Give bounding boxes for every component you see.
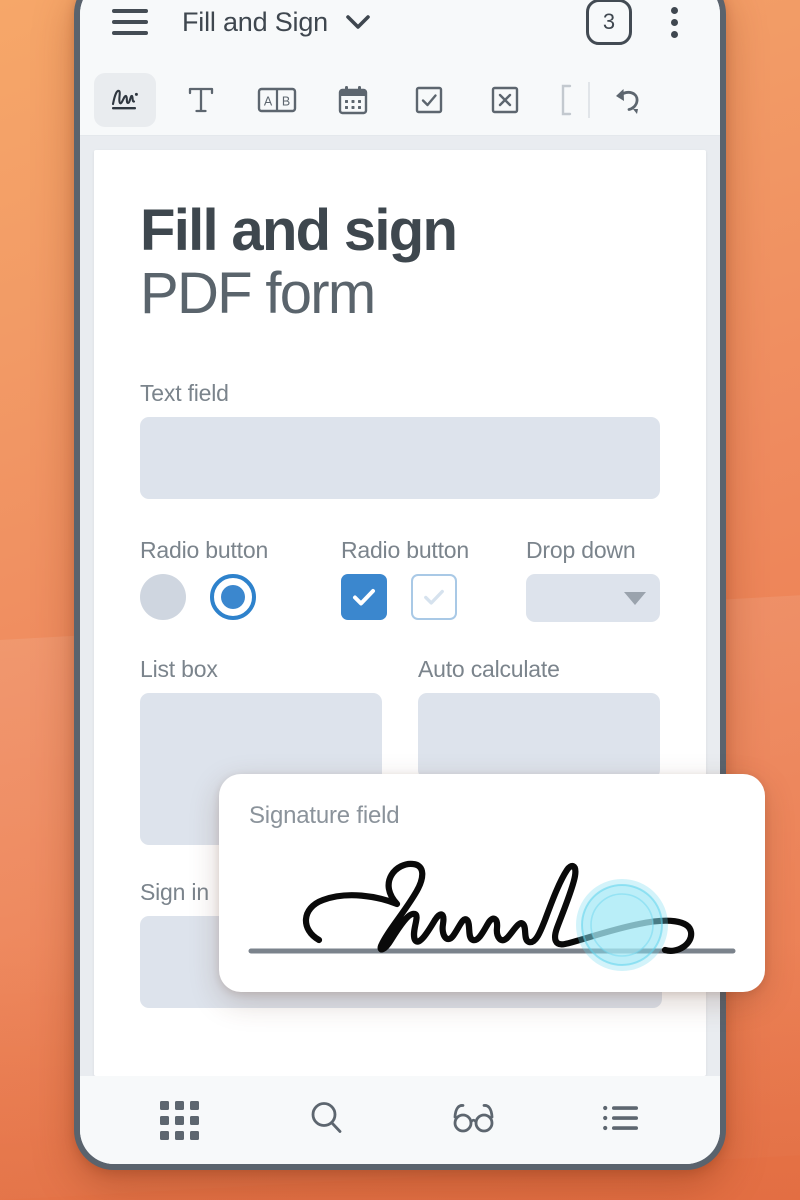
nav-reading-mode[interactable]: [437, 1090, 511, 1150]
bottom-nav-bar: [80, 1076, 720, 1164]
signature-field-card[interactable]: Signature field: [219, 774, 765, 992]
checkbox-cross-icon: [489, 84, 521, 116]
glasses-icon: [451, 1101, 497, 1140]
toolbar-divider: [588, 81, 590, 118]
caret-down-icon: [624, 591, 646, 605]
search-icon: [307, 1098, 347, 1143]
radio-group-1-label: Radio button: [140, 537, 269, 564]
drop-down-select[interactable]: [526, 574, 660, 623]
radio-selected[interactable]: [210, 574, 256, 621]
signature-drawing: [248, 860, 736, 954]
date-tool[interactable]: [322, 73, 384, 127]
page-title: Fill and Sign: [182, 6, 328, 37]
chevron-down-icon[interactable]: [345, 14, 371, 30]
tool-bar: A B: [80, 64, 720, 136]
phone-frame: Fill and Sign 3 A B Fill and sign PDF fo…: [74, 0, 726, 1170]
text-tool[interactable]: [170, 73, 232, 127]
check-icon: [352, 589, 375, 606]
cross-tool[interactable]: [474, 73, 536, 127]
checkbox-unchecked[interactable]: [410, 574, 457, 621]
text-t-icon: [186, 84, 216, 116]
list-box-label: List box: [140, 656, 218, 683]
checkmark-tool[interactable]: [398, 73, 460, 127]
signature-tool[interactable]: [94, 72, 156, 127]
app-bar: Fill and Sign 3: [80, 0, 720, 64]
ab-combo-icon: A B: [257, 85, 297, 115]
radio-group-1-controls: [140, 574, 341, 621]
undo-tool[interactable]: [596, 73, 658, 127]
kebab-menu-icon[interactable]: [654, 0, 694, 45]
form-heading: Fill and sign: [140, 198, 458, 263]
choice-row: Radio button Radio button Drop down: [140, 537, 660, 623]
signature-icon: [108, 85, 142, 115]
radio-group-2-label: Radio button: [340, 537, 469, 564]
auto-calculate-label: Auto calculate: [418, 656, 560, 683]
radio-group-2-controls: [340, 574, 526, 621]
radio-group-2: Radio button: [340, 537, 526, 621]
nav-outline[interactable]: [584, 1090, 658, 1150]
check-icon-faded: [424, 589, 444, 605]
form-subheading: PDF form: [140, 261, 376, 327]
calendar-icon: [337, 84, 369, 116]
text-field-input[interactable]: [140, 417, 660, 500]
list-outline-icon: [602, 1102, 640, 1139]
nav-search[interactable]: [290, 1090, 364, 1150]
grid-dots-icon: [160, 1100, 199, 1140]
drop-down-label: Drop down: [526, 537, 636, 564]
undo-arrow-icon: [610, 84, 644, 116]
nav-thumbnails[interactable]: [143, 1090, 217, 1150]
auto-calculate-input[interactable]: [418, 693, 660, 780]
text-field-group: Text field: [140, 380, 660, 500]
page-count-badge[interactable]: 3: [586, 0, 632, 45]
radio-dot: [221, 585, 245, 610]
bracket-tool[interactable]: [550, 73, 584, 127]
radio-unselected[interactable]: [140, 574, 186, 621]
text-field-label: Text field: [140, 380, 229, 407]
checkbox-check-icon: [413, 84, 445, 116]
checkbox-checked[interactable]: [340, 574, 387, 621]
drop-down-group: Drop down: [526, 537, 660, 623]
svg-text:B: B: [282, 94, 290, 108]
bracket-icon: [558, 83, 576, 117]
svg-text:A: A: [264, 94, 273, 108]
radio-group-1: Radio button: [140, 537, 341, 621]
hamburger-menu-icon[interactable]: [112, 9, 148, 35]
combo-tool[interactable]: A B: [246, 73, 308, 127]
